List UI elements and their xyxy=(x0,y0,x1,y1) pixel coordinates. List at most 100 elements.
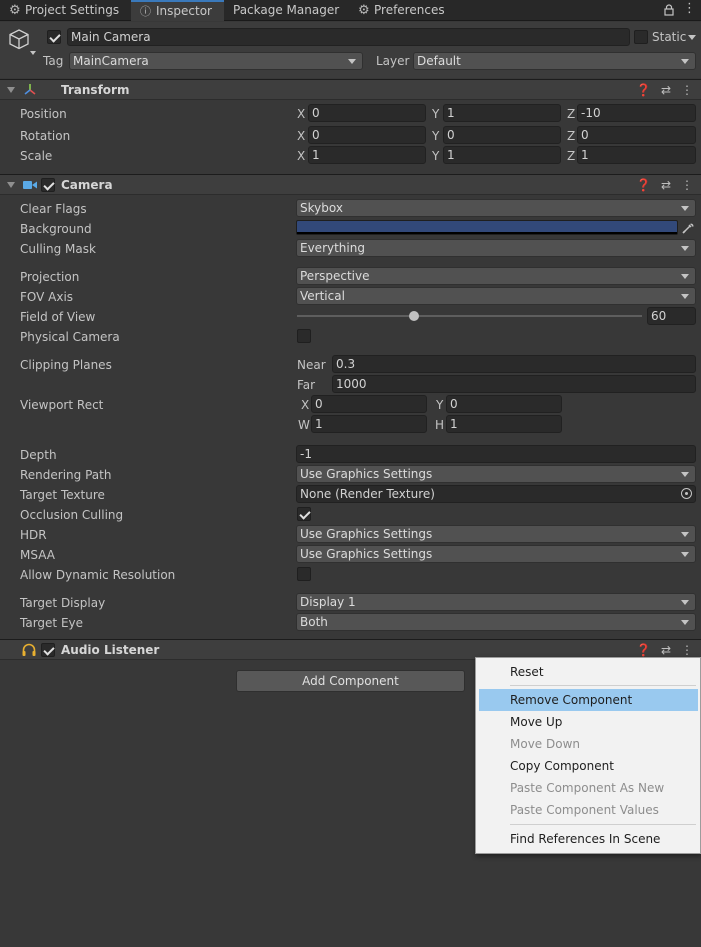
viewport-w-field[interactable]: 1 xyxy=(311,415,427,433)
tab-preferences[interactable]: ⚙ Preferences xyxy=(349,0,459,21)
projection-dropdown[interactable]: Perspective xyxy=(296,267,696,285)
rendering-path-label: Rendering Path xyxy=(20,468,112,482)
component-menu-icon[interactable]: ⋮ xyxy=(681,83,693,97)
help-icon[interactable]: ❓ xyxy=(636,643,651,657)
scale-y-label: Y xyxy=(432,149,440,163)
help-icon[interactable]: ❓ xyxy=(636,178,651,192)
physical-camera-label: Physical Camera xyxy=(20,330,120,344)
target-texture-field[interactable]: None (Render Texture) xyxy=(296,485,696,503)
position-z-label: Z xyxy=(567,107,576,121)
background-label: Background xyxy=(20,222,92,236)
camera-enabled-checkbox[interactable] xyxy=(41,178,55,192)
presets-icon[interactable]: ⇄ xyxy=(661,178,671,192)
dynamic-resolution-checkbox[interactable] xyxy=(297,567,311,581)
scale-label: Scale xyxy=(20,149,53,163)
viewport-w-label: W xyxy=(298,418,310,432)
target-display-dropdown[interactable]: Display 1 xyxy=(296,593,696,611)
fov-field[interactable]: 60 xyxy=(647,307,696,325)
component-menu-icon[interactable]: ⋮ xyxy=(681,178,693,192)
eyedropper-icon[interactable] xyxy=(681,221,695,235)
foldout-arrow-icon[interactable] xyxy=(7,87,15,93)
more-icon[interactable]: ⋮ xyxy=(683,2,696,16)
position-y-label: Y xyxy=(432,107,440,121)
viewport-x-label: X xyxy=(301,398,310,412)
far-label: Far xyxy=(297,378,316,392)
fov-axis-label: FOV Axis xyxy=(20,290,74,304)
lock-icon[interactable] xyxy=(664,4,674,16)
gameobject-name-field[interactable]: Main Camera xyxy=(67,28,630,46)
component-context-menu: Reset Remove Component Move Up Move Down… xyxy=(475,657,701,854)
alpha-bar xyxy=(297,232,677,234)
near-field[interactable]: 0.3 xyxy=(332,355,696,373)
camera-header-icons: ❓ ⇄ ⋮ xyxy=(636,178,693,192)
tab-package-manager[interactable]: Package Manager xyxy=(224,0,348,21)
far-field[interactable]: 1000 xyxy=(332,375,696,393)
clear-flags-dropdown[interactable]: Skybox xyxy=(296,199,696,217)
target-texture-label: Target Texture xyxy=(20,488,105,502)
menu-item-find-references[interactable]: Find References In Scene xyxy=(510,832,660,846)
audio-listener-enabled-checkbox[interactable] xyxy=(41,643,55,657)
position-label: Position xyxy=(20,107,67,121)
layer-dropdown[interactable]: Default xyxy=(413,52,696,70)
info-icon: ⓘ xyxy=(140,5,151,18)
menu-item-reset[interactable]: Reset xyxy=(510,665,544,679)
position-x-field[interactable]: 0 xyxy=(308,104,426,122)
depth-field[interactable]: -1 xyxy=(296,445,696,463)
background-color-swatch[interactable] xyxy=(296,220,678,235)
clear-flags-label: Clear Flags xyxy=(20,202,87,216)
menu-item-move-up[interactable]: Move Up xyxy=(510,715,562,729)
fov-slider-handle[interactable] xyxy=(409,311,419,321)
help-icon[interactable]: ❓ xyxy=(636,83,651,97)
scale-y-field[interactable]: 1 xyxy=(443,146,561,164)
rendering-path-dropdown[interactable]: Use Graphics Settings xyxy=(296,465,696,483)
camera-header[interactable]: Camera ❓ ⇄ ⋮ xyxy=(0,174,701,195)
gameobject-cube-icon[interactable] xyxy=(6,27,36,57)
physical-camera-checkbox[interactable] xyxy=(297,329,311,343)
rotation-z-label: Z xyxy=(567,129,576,143)
foldout-arrow-icon[interactable] xyxy=(7,182,15,188)
static-checkbox[interactable] xyxy=(634,30,648,44)
object-picker-icon[interactable] xyxy=(681,488,692,499)
target-eye-dropdown[interactable]: Both xyxy=(296,613,696,631)
hdr-dropdown[interactable]: Use Graphics Settings xyxy=(296,525,696,543)
msaa-dropdown[interactable]: Use Graphics Settings xyxy=(296,545,696,563)
position-z-field[interactable]: -10 xyxy=(577,104,696,122)
menu-separator xyxy=(510,824,696,825)
projection-label: Projection xyxy=(20,270,80,284)
component-menu-icon[interactable]: ⋮ xyxy=(681,643,693,657)
tab-inspector[interactable]: ⓘ Inspector xyxy=(131,0,224,21)
viewport-y-field[interactable]: 0 xyxy=(446,395,562,413)
rotation-z-field[interactable]: 0 xyxy=(577,126,696,144)
tag-label: Tag xyxy=(43,54,64,68)
viewport-x-field[interactable]: 0 xyxy=(311,395,427,413)
fov-slider-track[interactable] xyxy=(297,315,642,317)
menu-item-remove-component[interactable]: Remove Component xyxy=(510,693,632,707)
presets-icon[interactable]: ⇄ xyxy=(661,643,671,657)
transform-header[interactable]: Transform ❓ ⇄ ⋮ xyxy=(0,79,701,100)
gameobject-active-checkbox[interactable] xyxy=(47,30,61,44)
menu-item-paste-values: Paste Component Values xyxy=(510,803,659,817)
static-dropdown-arrow-icon[interactable] xyxy=(688,35,696,40)
culling-mask-dropdown[interactable]: Everything xyxy=(296,239,696,257)
camera-icon xyxy=(23,181,37,189)
clipping-planes-label: Clipping Planes xyxy=(20,358,112,372)
scale-z-field[interactable]: 1 xyxy=(577,146,696,164)
add-component-button[interactable]: Add Component xyxy=(236,670,465,692)
rotation-x-field[interactable]: 0 xyxy=(308,126,426,144)
depth-label: Depth xyxy=(20,448,57,462)
viewport-h-field[interactable]: 1 xyxy=(446,415,562,433)
tab-bar: ⚙ Project Settings ⓘ Inspector Package M… xyxy=(0,0,701,21)
tag-dropdown[interactable]: MainCamera xyxy=(69,52,363,70)
gear-icon: ⚙ xyxy=(358,3,370,18)
occlusion-culling-checkbox[interactable] xyxy=(297,507,311,521)
rotation-y-field[interactable]: 0 xyxy=(443,126,561,144)
viewport-rect-label: Viewport Rect xyxy=(20,398,104,412)
scale-x-field[interactable]: 1 xyxy=(308,146,426,164)
position-y-field[interactable]: 1 xyxy=(443,104,561,122)
fov-axis-dropdown[interactable]: Vertical xyxy=(296,287,696,305)
position-x-label: X xyxy=(297,107,306,121)
tab-project-settings[interactable]: ⚙ Project Settings xyxy=(0,0,130,21)
layer-label: Layer xyxy=(376,54,410,68)
menu-item-copy-component[interactable]: Copy Component xyxy=(510,759,614,773)
presets-icon[interactable]: ⇄ xyxy=(661,83,671,97)
